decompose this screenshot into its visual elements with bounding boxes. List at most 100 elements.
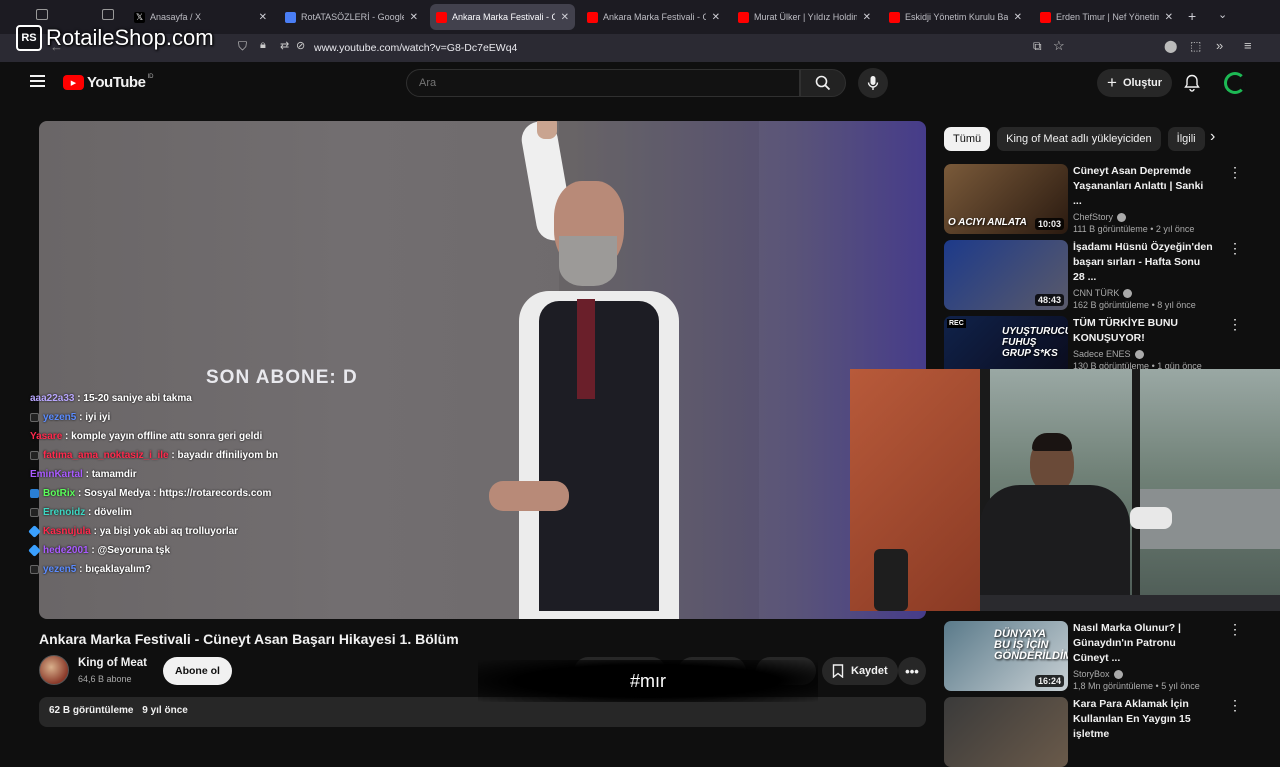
channel-name[interactable]: King of Meat — [78, 657, 147, 669]
chat-text: Sosyal Medya : https://rotarecords.com — [84, 488, 272, 499]
recommendation-channel[interactable]: ChefStory — [1073, 212, 1213, 223]
thumbnail-text: UYUŞTURUCU FUHUŞ GRUP S*KS — [1002, 326, 1068, 359]
verified-badge-icon — [1134, 350, 1144, 360]
meta-separator: • — [1153, 681, 1162, 692]
chat-text: bıçaklayalım? — [85, 564, 151, 575]
recommendation-meta: 162 B görüntüleme • 8 yıl önce — [1073, 300, 1213, 310]
recommendation-info: İşadamı Hüsnü Özyeğin'den başarı sırları… — [1073, 240, 1213, 310]
recommendation-thumbnail[interactable] — [944, 697, 1068, 767]
video-title: Ankara Marka Festivali - Cüneyt Asan Baş… — [39, 631, 459, 647]
more-options-icon[interactable]: ⋮ — [1228, 316, 1242, 333]
chat-separator: : — [75, 488, 85, 499]
chat-text: bayadır dfiniliyom bn — [177, 450, 279, 461]
close-tab-icon[interactable]: ✕ — [1014, 12, 1022, 23]
more-options-icon[interactable]: ⋮ — [1228, 164, 1242, 181]
search-input[interactable] — [407, 70, 777, 96]
youtube-icon — [1040, 11, 1051, 23]
filter-chip[interactable]: Tümü — [944, 127, 991, 151]
chat-username: Erenoidz — [43, 507, 86, 518]
lock-icon[interactable]: 🔒︎ — [260, 39, 266, 52]
recommendation-channel[interactable]: Sadece ENES — [1073, 349, 1213, 360]
meta-separator: • — [1149, 300, 1158, 311]
search-button[interactable] — [800, 69, 846, 97]
webcam-person — [970, 429, 1140, 611]
extensions-puzzle-icon[interactable]: ⬚ — [1190, 39, 1201, 53]
close-tab-icon[interactable]: ✕ — [712, 12, 720, 23]
browser-tab[interactable]: Ankara Marka Festivali - Cün ✕ — [581, 4, 726, 30]
browser-tab[interactable]: Murat Ülker | Yıldız Holding ✕ — [732, 4, 877, 30]
tab-overview-icon[interactable] — [102, 9, 114, 20]
close-tab-icon[interactable]: ✕ — [863, 12, 871, 23]
chat-username: fatima_ama_noktasiz_i_ile — [43, 450, 169, 461]
recommendation-title[interactable]: Nasıl Marka Olunur? | Günaydın'ın Patron… — [1073, 621, 1213, 666]
recommendation-thumbnail[interactable]: 48:43 — [944, 240, 1068, 310]
chat-username: hede2001 — [43, 545, 89, 556]
tracking-off-icon[interactable]: ⊘ — [296, 39, 305, 52]
app-menu-icon[interactable]: ≡ — [1244, 38, 1252, 53]
permissions-icon[interactable]: ⇄ — [280, 39, 289, 52]
chips-next-chevron-icon[interactable]: › — [1210, 128, 1215, 146]
recommendation-title[interactable]: İşadamı Hüsnü Özyeğin'den başarı sırları… — [1073, 240, 1213, 285]
watermark-text: RotaileShop.com — [46, 25, 214, 50]
cube-badge-icon — [28, 544, 41, 557]
more-options-icon[interactable]: ⋮ — [1228, 621, 1242, 638]
chat-message: Erenoidz : dövelim — [30, 503, 450, 522]
webcam-bottle — [874, 549, 908, 611]
webcam-overlay — [850, 369, 1280, 611]
filter-chip[interactable]: İlgili — [1167, 127, 1205, 151]
subscribe-button[interactable]: Abone ol — [163, 657, 232, 685]
recommendation-title[interactable]: TÜM TÜRKİYE BUNU KONUŞUYOR! — [1073, 316, 1213, 346]
view-count: 111 B görüntüleme — [1073, 224, 1148, 235]
close-tab-icon[interactable]: ✕ — [561, 12, 569, 23]
bookmark-star-icon[interactable]: ☆ — [1053, 38, 1065, 54]
chat-username: BotRix — [43, 488, 76, 499]
chat-text: 15-20 saniye abi takma — [83, 393, 192, 404]
view-count: 1,8 Mn görüntüleme — [1073, 681, 1154, 692]
more-options-icon[interactable]: ⋮ — [1228, 697, 1242, 714]
more-options-icon[interactable]: ⋮ — [1228, 240, 1242, 257]
search-icon — [815, 75, 831, 91]
tab-list-chevron-icon[interactable]: ⌄ — [1218, 8, 1227, 21]
view-count: 62 B görüntüleme — [49, 705, 134, 716]
notifications-bell-icon[interactable] — [1184, 74, 1200, 92]
overflow-chevron-icon[interactable]: » — [1216, 38, 1223, 53]
recommendation-channel[interactable]: StoryBox — [1073, 669, 1213, 680]
more-actions-button[interactable]: ••• — [898, 657, 926, 685]
filter-chip[interactable]: King of Meat adlı yükleyiciden — [997, 127, 1161, 151]
tab-title: Anasayfa / X — [150, 12, 202, 22]
save-button[interactable]: Kaydet — [822, 657, 898, 685]
close-tab-icon[interactable]: ✕ — [259, 12, 267, 23]
menu-icon[interactable] — [30, 75, 45, 87]
youtube-logo[interactable]: ▶ YouTube ID — [63, 74, 153, 91]
chat-separator: : — [62, 431, 72, 442]
recommendation-channel[interactable]: CNN TÜRK — [1073, 288, 1213, 299]
create-button[interactable]: + Oluştur — [1097, 69, 1173, 97]
search-box[interactable] — [406, 69, 800, 97]
browser-tab[interactable]: Eskidji Yönetim Kurulu Başk ✕ — [883, 4, 1028, 30]
avatar[interactable] — [1224, 72, 1246, 94]
new-tab-button[interactable]: + — [1188, 8, 1196, 24]
hashtag-text: #mır — [630, 670, 666, 691]
browser-tab[interactable]: RotATASÖZLERİ - Google D ✕ — [279, 4, 424, 30]
voice-search-button[interactable] — [858, 68, 888, 98]
tab-title: Ankara Marka Festivali - Cün — [452, 12, 555, 22]
browser-tab[interactable]: Ankara Marka Festivali - Cün ✕ — [430, 4, 575, 30]
thumbnail-text: DÜNYAYA BU İŞ İÇİN GÖNDERİLDİM — [994, 628, 1068, 662]
shield-icon[interactable]: ⛉ — [238, 39, 247, 54]
picture-in-picture-icon[interactable]: ⧉ — [1033, 39, 1042, 54]
close-tab-icon[interactable]: ✕ — [410, 12, 418, 23]
extension-icon[interactable]: ⬤ — [1164, 39, 1177, 53]
browser-tab[interactable]: Erden Timur | Nef Yönetim K ✕ — [1034, 4, 1179, 30]
close-tab-icon[interactable]: ✕ — [1165, 12, 1173, 23]
youtube-play-icon: ▶ — [63, 75, 84, 90]
window-icon[interactable] — [36, 9, 48, 20]
channel-avatar[interactable] — [39, 655, 69, 685]
url-text[interactable]: www.youtube.com/watch?v=G8-Dc7eEWq4 — [314, 42, 517, 54]
recommendation-info: Nasıl Marka Olunur? | Günaydın'ın Patron… — [1073, 621, 1213, 691]
chat-text: komple yayın offline attı sonra geri gel… — [71, 431, 263, 442]
tab-title: Erden Timur | Nef Yönetim K — [1056, 12, 1159, 22]
chat-username: Kasnujula — [43, 526, 91, 537]
recommendation-thumbnail[interactable]: DÜNYAYA BU İŞ İÇİN GÖNDERİLDİM 16:24 — [944, 621, 1068, 691]
recommendation-thumbnail[interactable]: O ACIYI ANLATA 10:03 — [944, 164, 1068, 234]
recommendation-title[interactable]: Cüneyt Asan Depremde Yaşananları Anlattı… — [1073, 164, 1213, 209]
